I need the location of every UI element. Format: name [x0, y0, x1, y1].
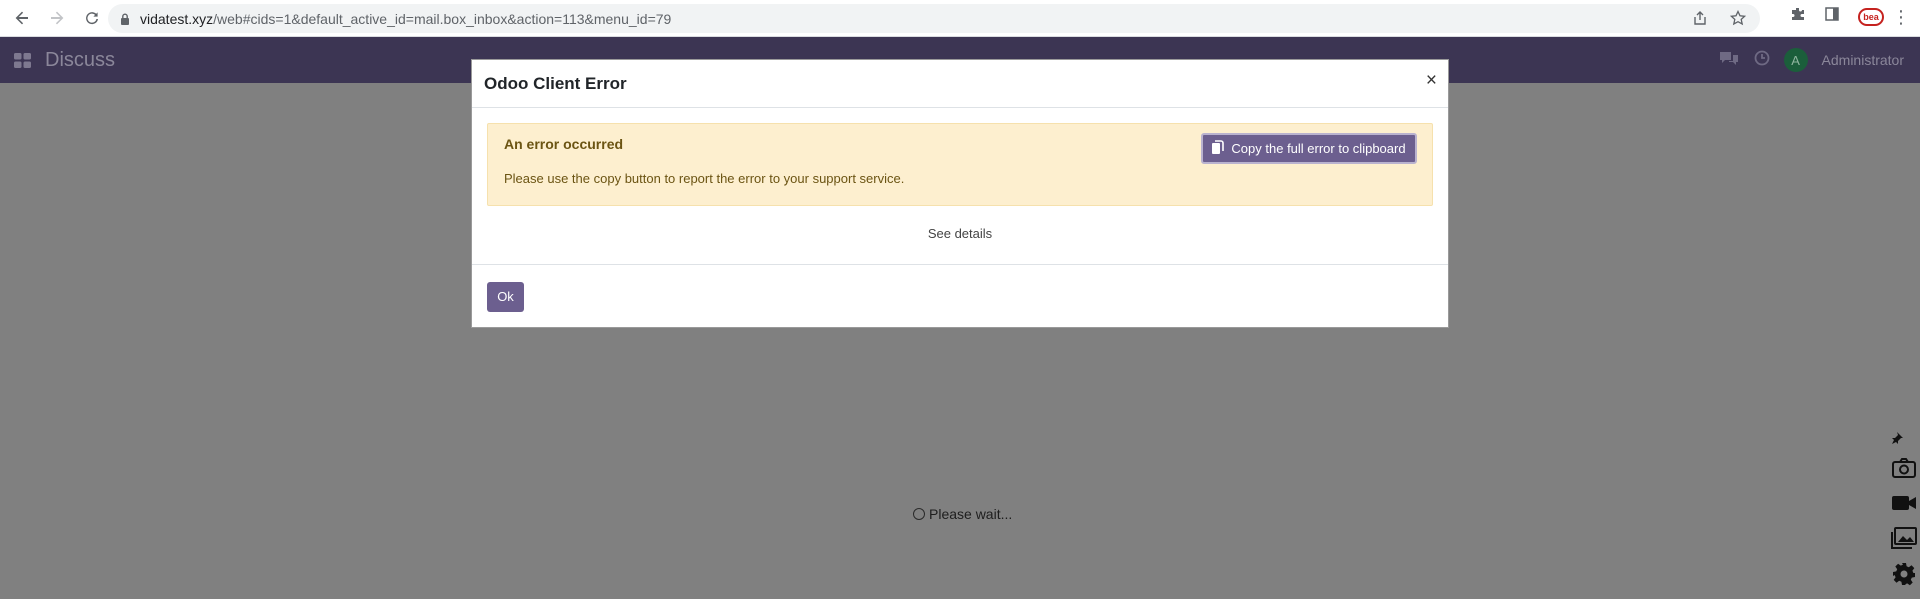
- settings-gear-icon[interactable]: [1892, 562, 1916, 591]
- video-camera-icon[interactable]: [1891, 492, 1917, 519]
- chat-bubbles-icon[interactable]: [1718, 49, 1740, 72]
- url-path: /web#cids=1&default_active_id=mail.box_i…: [213, 10, 672, 27]
- spinner-icon: [913, 508, 925, 520]
- side-tool-bar: [1887, 431, 1920, 591]
- alert-message: Please use the copy button to report the…: [504, 171, 905, 186]
- copy-error-button[interactable]: Copy the full error to clipboard: [1201, 133, 1417, 164]
- reload-icon[interactable]: [79, 5, 105, 31]
- user-menu-name[interactable]: Administrator: [1822, 52, 1904, 68]
- bookmark-star-icon[interactable]: [1729, 9, 1747, 31]
- avatar[interactable]: A: [1783, 48, 1808, 72]
- browser-toolbar: vidatest.xyz/web#cids=1&default_active_i…: [0, 0, 1920, 37]
- side-panel-icon[interactable]: [1824, 6, 1840, 27]
- copy-error-label: Copy the full error to clipboard: [1231, 141, 1406, 156]
- lock-icon: [120, 13, 130, 25]
- apps-grid-icon[interactable]: [14, 52, 31, 68]
- extensions-puzzle-icon[interactable]: [1790, 6, 1806, 27]
- back-icon[interactable]: [9, 5, 35, 31]
- dialog-body: An error occurred Please use the copy bu…: [472, 108, 1448, 265]
- see-details-link[interactable]: See details: [487, 226, 1433, 241]
- camera-icon[interactable]: [1891, 457, 1916, 484]
- ok-button[interactable]: Ok: [487, 281, 524, 312]
- browser-menu-icon[interactable]: ⋮: [1892, 8, 1910, 26]
- pin-icon[interactable]: [1891, 431, 1903, 449]
- close-icon[interactable]: ×: [1426, 70, 1437, 92]
- error-alert: An error occurred Please use the copy bu…: [487, 123, 1433, 206]
- dialog-title: Odoo Client Error: [484, 73, 627, 93]
- url-host: vidatest.xyz: [140, 10, 214, 27]
- address-bar[interactable]: vidatest.xyz/web#cids=1&default_active_i…: [108, 4, 1760, 33]
- dialog-footer: Ok: [472, 265, 1448, 328]
- loading-text: Please wait...: [929, 506, 1013, 522]
- forward-icon[interactable]: [44, 5, 70, 31]
- loading-indicator: Please wait...: [913, 506, 1012, 522]
- profile-avatar-badge[interactable]: bea: [1858, 7, 1884, 26]
- gallery-icon[interactable]: [1890, 527, 1917, 554]
- activity-clock-icon[interactable]: [1754, 50, 1770, 71]
- error-dialog: Odoo Client Error × An error occurred Pl…: [471, 59, 1449, 328]
- app-title[interactable]: Discuss: [45, 49, 115, 72]
- clipboard-icon: [1212, 140, 1225, 157]
- share-icon[interactable]: [1692, 10, 1708, 31]
- dialog-header: Odoo Client Error ×: [472, 60, 1448, 108]
